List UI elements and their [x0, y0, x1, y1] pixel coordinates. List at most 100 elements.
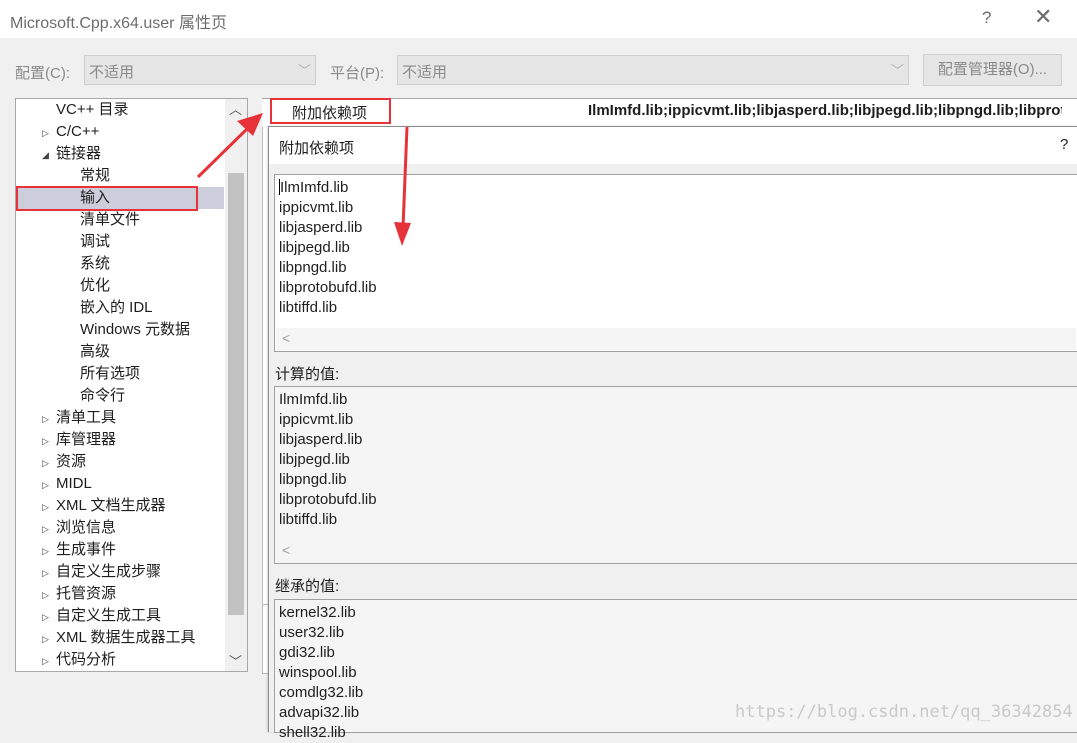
tree-item-advanced[interactable]: 高级 [80, 341, 110, 363]
tree-item-midl[interactable]: ▷ MIDL [42, 473, 92, 495]
computed-line: libprotobufd.lib [279, 491, 377, 508]
inherited-line: advapi32.lib [279, 704, 360, 721]
tree-item-manifest-tool[interactable]: ▷ 清单工具 [42, 407, 116, 429]
edit-horizontal-scrollbar[interactable]: < [276, 328, 1076, 350]
tree-item-custom-build-tool[interactable]: ▷ 自定义生成工具 [42, 605, 161, 627]
dialog-title: 附加依赖项 [279, 140, 355, 157]
tree-item-embedded-idl[interactable]: 嵌入的 IDL [80, 297, 153, 319]
tree-item-label: 自定义生成工具 [56, 607, 162, 624]
config-manager-button[interactable]: 配置管理器(O)... [923, 54, 1062, 86]
highlight-box-property [270, 98, 391, 124]
title-bar: Microsoft.Cpp.x64.user 属性页 ? ✕ [0, 0, 1077, 38]
config-select[interactable]: 不适用 ﹀ [84, 55, 316, 85]
tree-item-windows-metadata[interactable]: Windows 元数据 [80, 319, 190, 341]
computed-line: libtiffd.lib [279, 511, 338, 528]
window-title: Microsoft.Cpp.x64.user 属性页 [10, 15, 227, 32]
tree-item-xml-doc-generator[interactable]: ▷ XML 文档生成器 [42, 495, 165, 517]
inherited-line: gdi32.lib [279, 644, 335, 661]
computed-line: IlmImfd.lib [279, 391, 348, 408]
tree-item-label: 高级 [80, 343, 111, 360]
dialog-title-bar: 附加依赖项 ? [269, 127, 1077, 164]
triangle-right-icon[interactable]: ▷ [42, 430, 56, 452]
property-value[interactable]: IlmImfd.lib;ippicvmt.lib;libjasperd.lib;… [588, 102, 1062, 119]
computed-values-box: IlmImfd.lib ippicvmt.lib libjasperd.lib … [274, 386, 1077, 564]
tree-item-c-cpp[interactable]: ▷ C/C++ [42, 121, 99, 143]
triangle-right-icon[interactable]: ▷ [42, 474, 56, 496]
triangle-right-icon[interactable]: ▷ [42, 606, 56, 628]
tree-item-custom-build-step[interactable]: ▷ 自定义生成步骤 [42, 561, 161, 583]
triangle-right-icon[interactable]: ▷ [42, 496, 56, 518]
platform-label: 平台(P): [330, 65, 385, 82]
tree-item-label: 代码分析 [56, 651, 117, 668]
tree-item-general[interactable]: 常规 [80, 165, 110, 187]
tree-item-xml-data-generator[interactable]: ▷ XML 数据生成器工具 [42, 627, 195, 649]
tree-item-command-line[interactable]: 命令行 [80, 385, 125, 407]
computed-line: libpngd.lib [279, 471, 347, 488]
tree-item-optimization[interactable]: 优化 [80, 275, 110, 297]
triangle-right-icon[interactable]: ▷ [42, 584, 56, 606]
edit-line: libtiffd.lib [279, 299, 338, 316]
tree-item-label: 调试 [80, 233, 111, 250]
tree-item-label: Windows 元数据 [80, 321, 191, 338]
triangle-down-icon[interactable]: ◢ [42, 144, 56, 166]
tree-item-system[interactable]: 系统 [80, 253, 110, 275]
additional-dependencies-dialog: 附加依赖项 ? IlmImfd.lib ippicvmt.lib libjasp… [268, 126, 1077, 741]
watermark: https://blog.csdn.net/qq_36342854 [735, 702, 1073, 722]
tree-item-build-events[interactable]: ▷ 生成事件 [42, 539, 116, 561]
tree-item-browse-info[interactable]: ▷ 浏览信息 [42, 517, 116, 539]
triangle-right-icon[interactable]: ▷ [42, 562, 56, 584]
edit-line: libprotobufd.lib [279, 279, 377, 296]
triangle-right-icon[interactable]: ▷ [42, 122, 56, 144]
chevron-down-icon[interactable]: ﹀ [229, 651, 242, 670]
tree-item-debugging[interactable]: 调试 [80, 231, 110, 253]
dependencies-edit-box[interactable]: IlmImfd.lib ippicvmt.lib libjasperd.lib … [274, 174, 1077, 352]
chevron-up-icon[interactable]: ︿ [229, 99, 242, 118]
chevron-down-icon: ﹀ [297, 63, 311, 78]
highlight-box-input [16, 186, 198, 211]
edit-line: libjasperd.lib [279, 219, 363, 236]
triangle-right-icon[interactable]: ▷ [42, 628, 56, 650]
tree-item-label: MIDL [56, 475, 92, 492]
tree-item-label: 所有选项 [80, 365, 141, 382]
edit-line-text: IlmImfd.lib [280, 179, 349, 196]
tree-item-all-options[interactable]: 所有选项 [80, 363, 140, 385]
tree-scrollbar-thumb[interactable] [228, 173, 244, 615]
triangle-right-icon[interactable]: ▷ [42, 408, 56, 430]
triangle-right-icon[interactable]: ▷ [42, 452, 56, 474]
tree-item-managed-resources[interactable]: ▷ 托管资源 [42, 583, 116, 605]
tree-item-resources[interactable]: ▷ 资源 [42, 451, 86, 473]
chevron-left-icon[interactable]: < [282, 542, 290, 558]
tree-item-manifest-file[interactable]: 清单文件 [80, 209, 140, 231]
triangle-right-icon[interactable]: ▷ [42, 518, 56, 540]
tree-item-label: 清单工具 [56, 409, 117, 426]
tree-item-librarian[interactable]: ▷ 库管理器 [42, 429, 116, 451]
tree-item-linker[interactable]: ◢ 链接器 [42, 143, 101, 165]
tree-item-label: 优化 [80, 277, 111, 294]
edit-line: libpngd.lib [279, 259, 347, 276]
triangle-right-icon[interactable]: ▷ [42, 650, 56, 671]
tree-item-label: C/C++ [56, 123, 100, 140]
config-select-value: 不适用 [89, 64, 135, 81]
computed-line: libjpegd.lib [279, 451, 350, 468]
close-button[interactable]: ✕ [1034, 4, 1052, 30]
inherited-line: kernel32.lib [279, 604, 356, 621]
inherited-line: shell32.lib [279, 724, 346, 741]
tree-item-label: 常规 [80, 167, 111, 184]
tree-item-code-analysis[interactable]: ▷ 代码分析 [42, 649, 116, 671]
tree-item-label: XML 数据生成器工具 [56, 629, 196, 646]
tree-item-label: 库管理器 [56, 431, 117, 448]
tree-item-vc-directories[interactable]: VC++ 目录 [42, 99, 129, 121]
tree-item-label: 托管资源 [56, 585, 117, 602]
tree-item-label: 链接器 [56, 145, 102, 162]
tree-item-label: 嵌入的 IDL [80, 299, 153, 316]
triangle-right-icon[interactable]: ▷ [42, 540, 56, 562]
inherited-line: user32.lib [279, 624, 345, 641]
computed-horizontal-scrollbar[interactable]: < [276, 540, 1076, 562]
tree-item-label: XML 文档生成器 [56, 497, 166, 514]
settings-tree[interactable]: VC++ 目录 ▷ C/C++ ◢ 链接器 常规 输入 清单文件 调试 系统 优化 … [15, 98, 248, 672]
dialog-help-button[interactable]: ? [1060, 136, 1068, 153]
tree-item-label: 浏览信息 [56, 519, 117, 536]
help-button[interactable]: ? [982, 8, 991, 28]
chevron-left-icon[interactable]: < [282, 330, 290, 346]
platform-select[interactable]: 不适用 ﹀ [397, 55, 909, 85]
